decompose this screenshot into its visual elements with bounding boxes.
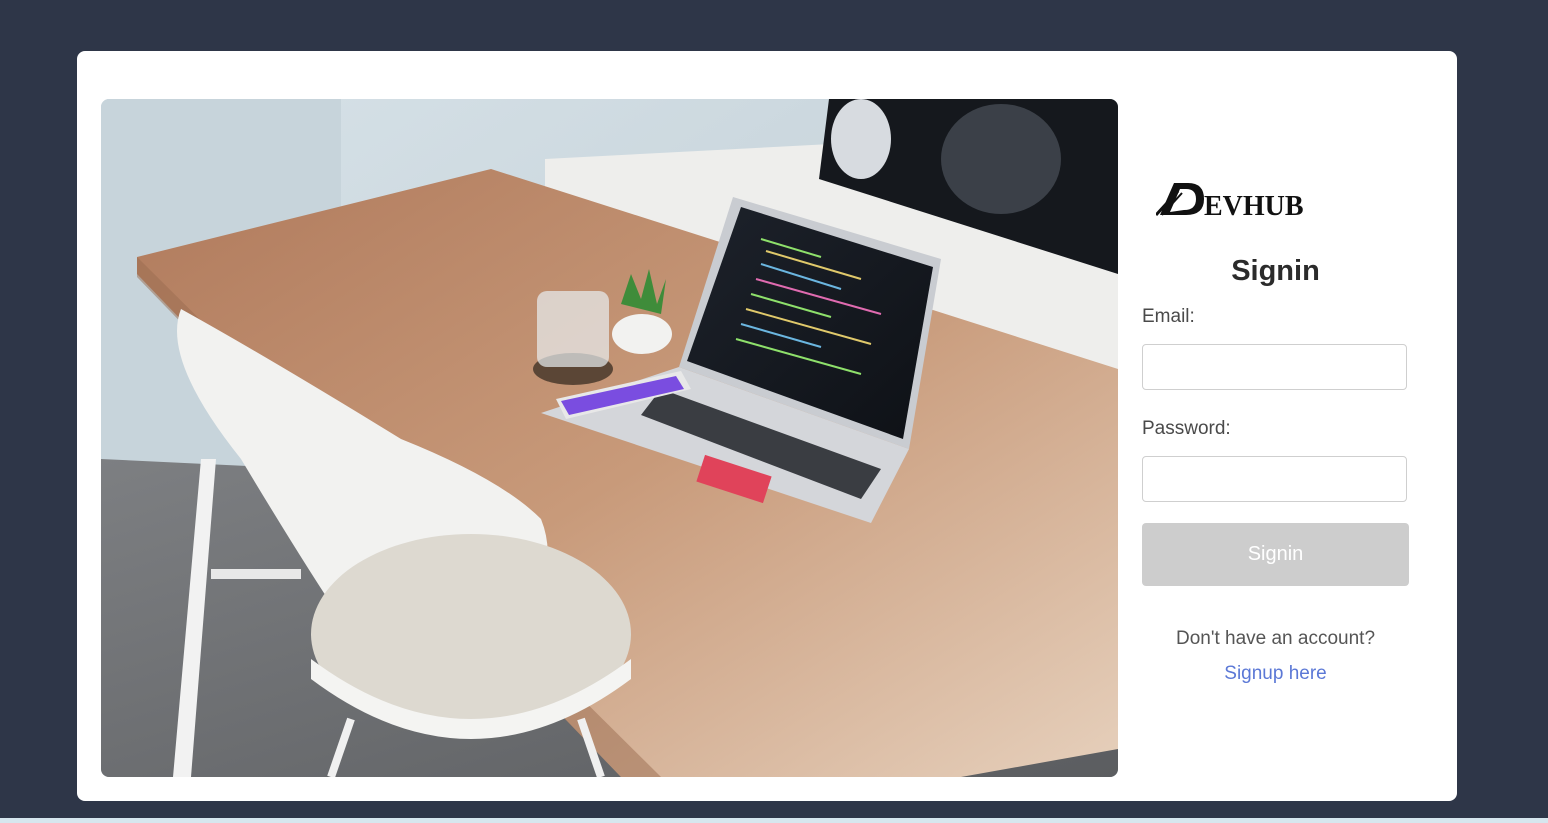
svg-text:EVHUB: EVHUB: [1204, 191, 1304, 219]
password-label: Password:: [1142, 418, 1231, 439]
signup-link[interactable]: Signup here: [1142, 663, 1409, 685]
devhub-logo-icon: EVHUB: [1156, 183, 1304, 219]
email-field[interactable]: [1142, 344, 1407, 390]
hero-image: [101, 99, 1118, 777]
email-label: Email:: [1142, 306, 1195, 327]
signin-card: EVHUB Signin Email: Password: Signin Don…: [77, 51, 1457, 801]
page-title: Signin: [1231, 255, 1320, 287]
password-field[interactable]: [1142, 456, 1407, 502]
signin-button[interactable]: Signin: [1142, 523, 1409, 586]
signin-form: EVHUB Signin Email: Password: Signin Don…: [1142, 99, 1409, 777]
devhub-logo: EVHUB: [1156, 179, 1316, 219]
bottom-border: [0, 818, 1548, 823]
page: EVHUB Signin Email: Password: Signin Don…: [0, 0, 1548, 823]
workspace-photo: [101, 99, 1118, 777]
no-account-text: Don't have an account?: [1175, 628, 1376, 649]
